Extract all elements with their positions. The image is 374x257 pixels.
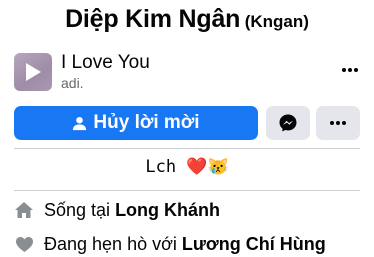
more-options-button[interactable] <box>316 106 360 140</box>
heart-icon <box>14 234 34 254</box>
divider <box>14 148 360 149</box>
play-icon <box>26 63 41 81</box>
more-horizontal-icon <box>330 121 346 125</box>
home-icon <box>14 200 34 220</box>
info-lives-in: Sống tại Long Khánh <box>14 197 360 223</box>
info-relationship: Đang hẹn hò với Lương Chí Hùng <box>14 231 360 257</box>
info-relationship-prefix: Đang hẹn hò với <box>44 233 182 254</box>
profile-alternate-name: (Kngan) <box>244 12 309 31</box>
music-artist: adi. <box>61 75 84 91</box>
cancel-request-label: Hủy lời mời <box>93 112 200 133</box>
messenger-icon <box>279 114 297 132</box>
more-horizontal-icon[interactable] <box>340 63 360 77</box>
messenger-button[interactable] <box>266 106 310 140</box>
music-title: I Love You <box>61 52 150 73</box>
info-lives-in-value[interactable]: Long Khánh <box>115 200 220 220</box>
person-icon <box>73 116 87 130</box>
info-relationship-value[interactable]: Lương Chí Hùng <box>182 234 326 254</box>
cancel-request-button[interactable]: Hủy lời mời <box>14 106 258 140</box>
info-lives-in-prefix: Sống tại <box>44 199 116 220</box>
profile-music[interactable]: I Love You adi. <box>14 51 360 93</box>
profile-name: Diệp Kim Ngân <box>65 5 241 33</box>
profile-name-heading: Diệp Kim Ngân (Kngan) <box>0 5 374 34</box>
divider <box>14 190 360 191</box>
music-thumbnail[interactable] <box>14 53 52 91</box>
profile-bio: Lch ❤️😿 <box>145 157 229 177</box>
